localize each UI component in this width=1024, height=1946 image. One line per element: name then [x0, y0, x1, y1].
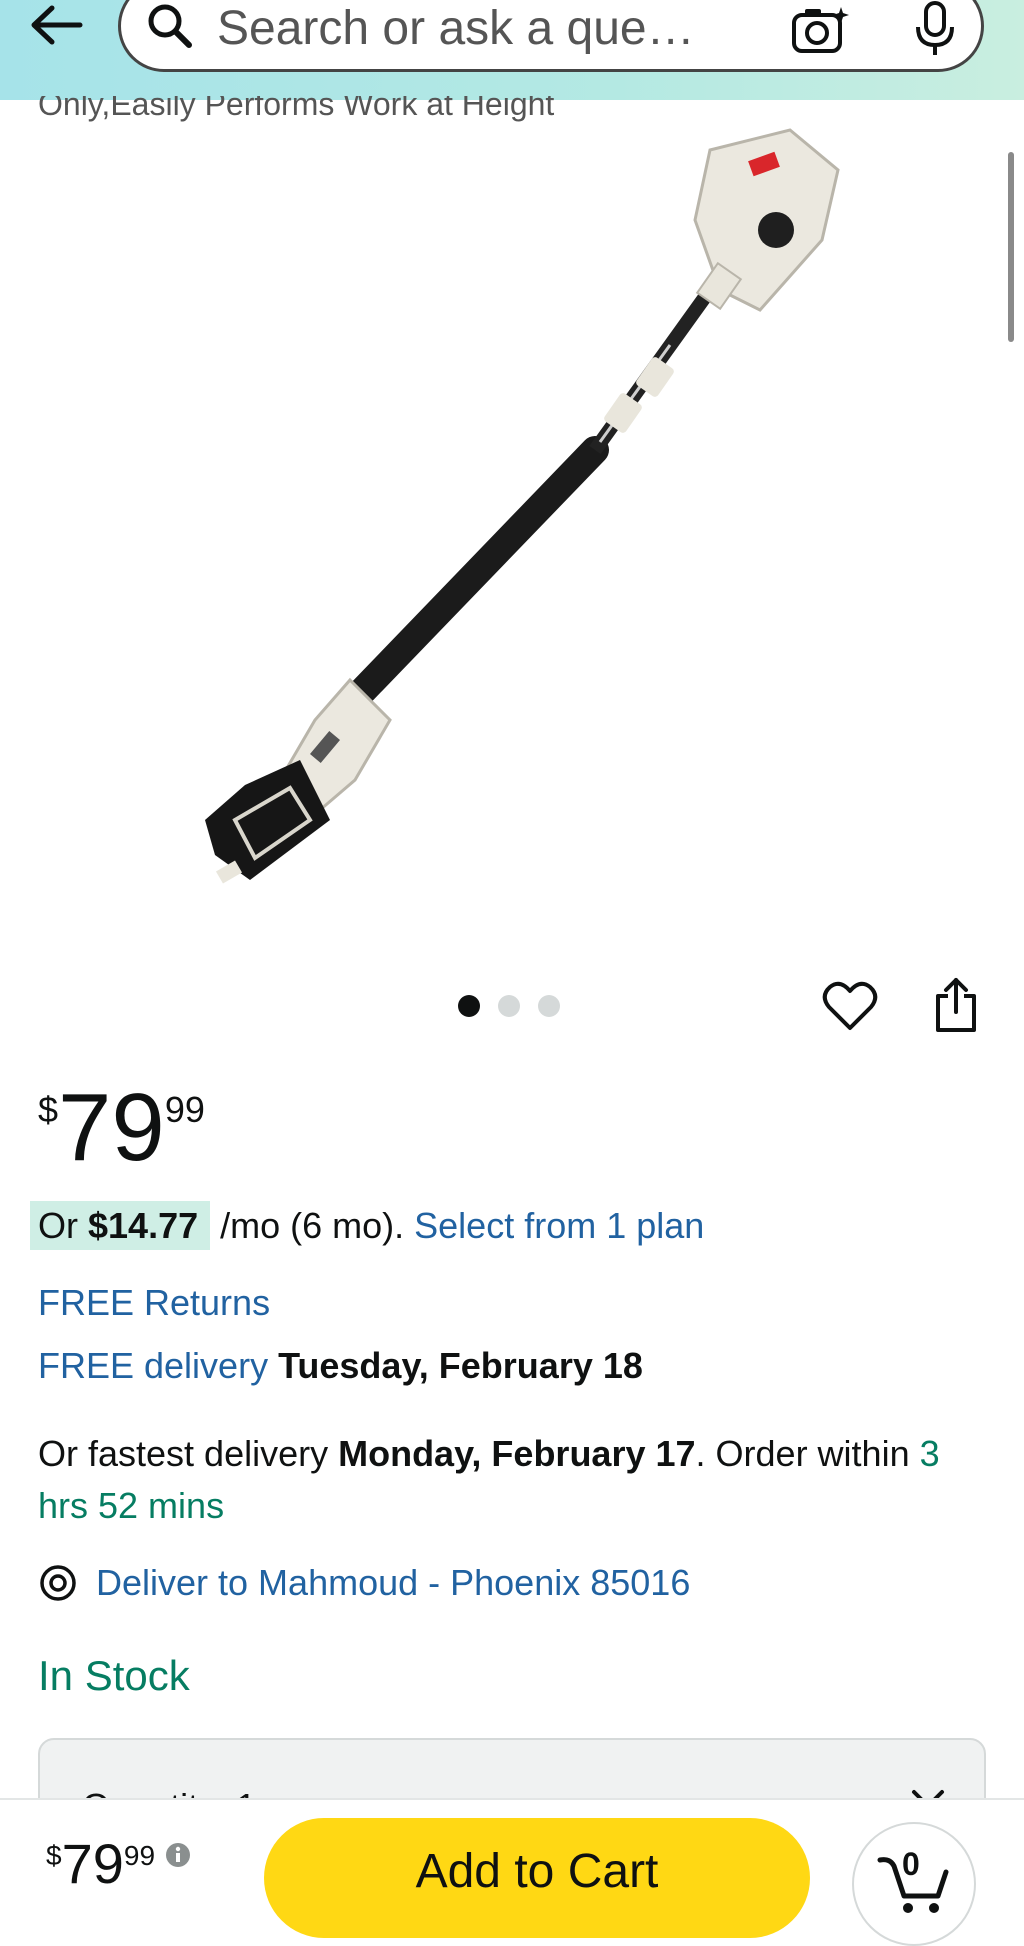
fastest-delivery-text: Or fastest delivery Monday, February 17.…	[38, 1428, 978, 1532]
free-returns-link[interactable]: FREE Returns	[38, 1282, 270, 1324]
price-whole: 79	[58, 1074, 165, 1181]
bottom-price-symbol: $	[46, 1840, 62, 1871]
bottom-price: $7999	[46, 1836, 191, 1892]
installment-offer: Or $14.77 /mo (6 mo). Select from 1 plan	[30, 1201, 704, 1250]
free-delivery-line: FREE delivery Tuesday, February 18	[38, 1345, 643, 1387]
info-icon[interactable]	[165, 1842, 191, 1868]
search-input[interactable]: Search or ask a que…	[217, 1, 695, 56]
price-fraction: 99	[164, 1089, 205, 1130]
search-bar[interactable]: Search or ask a que…	[118, 0, 984, 72]
carousel-dot-2[interactable]	[498, 995, 520, 1017]
bottom-action-bar: $7999 Add to Cart 0	[0, 1798, 1024, 1946]
share-icon[interactable]	[932, 976, 980, 1034]
free-delivery-link[interactable]: FREE delivery	[38, 1345, 268, 1386]
product-image[interactable]	[150, 120, 870, 900]
installment-terms: /mo (6 mo).	[210, 1205, 415, 1246]
free-delivery-date: Tuesday, February 18	[278, 1345, 643, 1386]
page-scrollbar[interactable]	[1008, 152, 1014, 342]
deliver-to-row[interactable]: Deliver to Mahmoud - Phoenix 85016	[38, 1562, 690, 1604]
product-price: $7999	[38, 1080, 205, 1176]
deliver-to-link[interactable]: Deliver to Mahmoud - Phoenix 85016	[96, 1562, 690, 1604]
cart-count: 0	[902, 1846, 920, 1882]
microphone-icon[interactable]	[913, 1, 957, 57]
fastest-date: Monday, February 17	[338, 1433, 696, 1474]
price-symbol: $	[38, 1089, 59, 1130]
fastest-suffix: . Order within	[695, 1433, 920, 1474]
carousel-dot-1[interactable]	[458, 995, 480, 1017]
stock-status: In Stock	[38, 1652, 190, 1699]
search-icon	[148, 4, 192, 48]
location-pin-icon	[40, 1565, 76, 1601]
add-to-cart-button[interactable]: Add to Cart	[264, 1818, 810, 1938]
top-header: Search or ask a que…	[0, 0, 1024, 100]
cart-button[interactable]: 0	[852, 1822, 976, 1946]
back-arrow-icon[interactable]	[28, 2, 84, 48]
select-plan-link[interactable]: Select from 1 plan	[414, 1205, 704, 1246]
installment-highlight: Or $14.77	[30, 1201, 211, 1250]
installment-amount: $14.77	[88, 1205, 199, 1246]
camera-icon[interactable]	[791, 5, 849, 55]
image-carousel-dots[interactable]	[458, 995, 560, 1017]
fastest-prefix: Or fastest delivery	[38, 1433, 339, 1474]
carousel-dot-3[interactable]	[538, 995, 560, 1017]
bottom-price-fraction: 99	[123, 1840, 156, 1871]
heart-icon[interactable]	[822, 980, 878, 1032]
installment-prefix: Or	[38, 1205, 88, 1246]
bottom-price-whole: 79	[61, 1832, 124, 1895]
